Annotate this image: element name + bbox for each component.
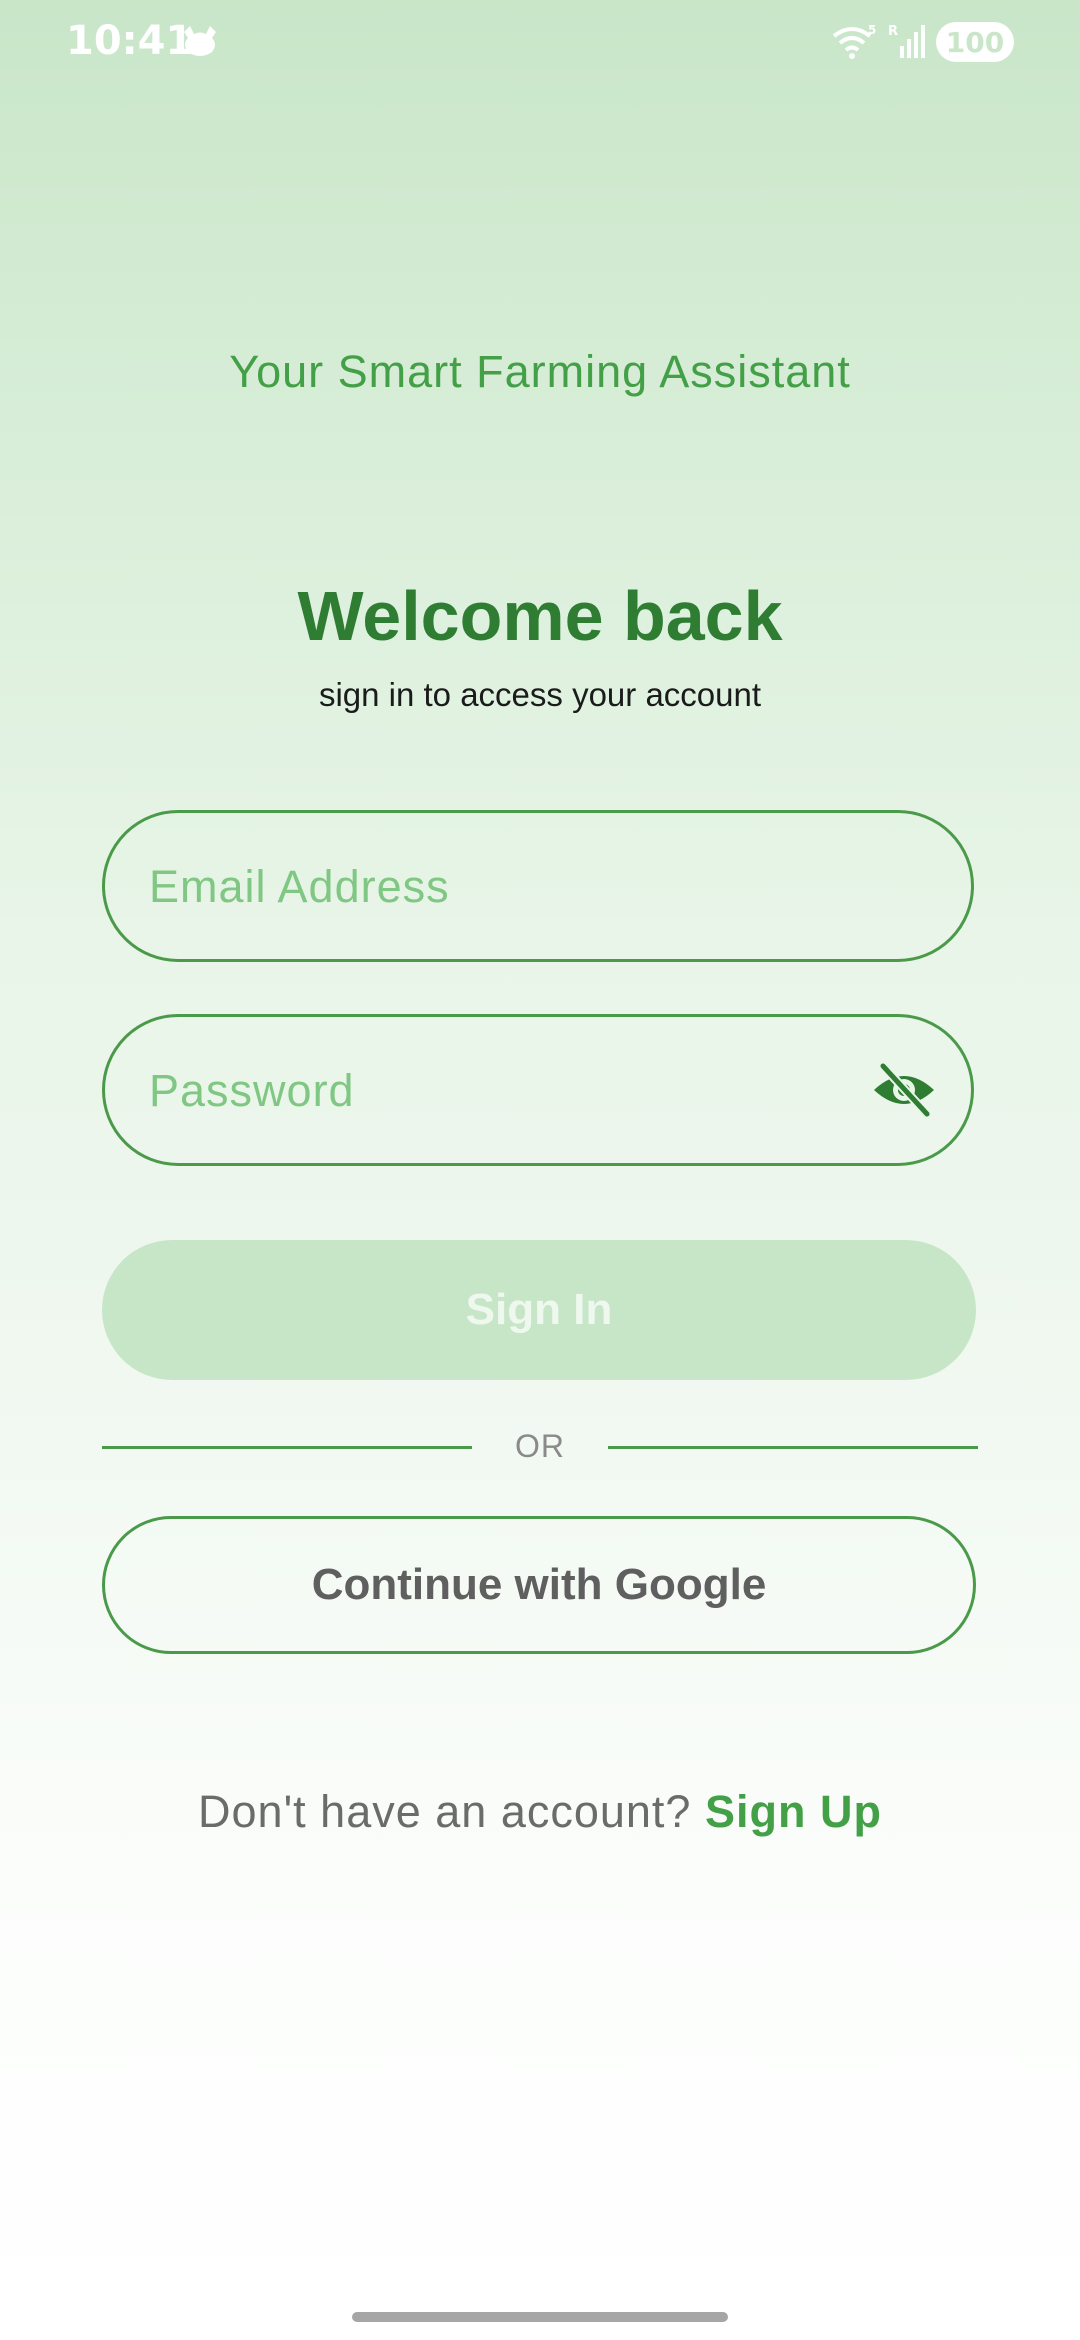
sign-up-link[interactable]: Sign Up [705, 1786, 882, 1837]
status-icons: 5 R 100 [830, 20, 1014, 64]
password-input[interactable] [147, 1017, 911, 1165]
signal-icon: R [888, 24, 925, 58]
eye-off-icon[interactable] [871, 1060, 937, 1120]
divider-left [102, 1446, 472, 1449]
google-sign-in-button[interactable]: Continue with Google [102, 1516, 976, 1654]
roaming-label: R [888, 24, 898, 39]
app-tagline: Your Smart Farming Assistant [229, 346, 851, 397]
status-bar: 10:41 5 R 100 [0, 0, 1080, 84]
divider-label: OR [515, 1428, 565, 1464]
wifi-icon: 5 [832, 23, 876, 59]
email-input[interactable] [147, 813, 911, 961]
status-time: 10:41 [66, 18, 194, 64]
page-title: Welcome back [297, 577, 783, 655]
password-field[interactable] [102, 1014, 974, 1166]
home-indicator[interactable] [352, 2312, 728, 2322]
signup-row: Don't have an account? Sign Up [0, 1786, 1080, 1838]
app-notification-icon [184, 26, 216, 56]
page-subtitle: sign in to access your account [318, 676, 762, 713]
sign-in-button[interactable]: Sign In [102, 1240, 976, 1380]
battery-indicator: 100 [936, 22, 1014, 62]
email-field[interactable] [102, 810, 974, 962]
network-type-label: 5 [868, 23, 876, 37]
divider-right [608, 1446, 978, 1449]
signup-prompt: Don't have an account? [198, 1786, 705, 1837]
